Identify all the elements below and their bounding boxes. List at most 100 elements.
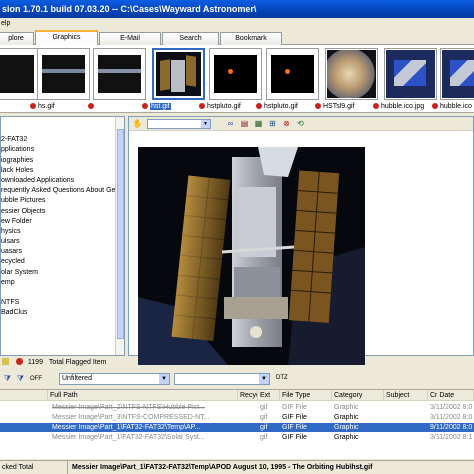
thumbnail[interactable] xyxy=(266,48,319,100)
dtz-label[interactable]: DTZ xyxy=(276,375,288,381)
column-header-ext[interactable]: Ext xyxy=(258,390,280,401)
hand-icon[interactable]: ✋ xyxy=(132,119,143,129)
column-header-subject[interactable]: Subject xyxy=(384,390,428,401)
cell-path: Messier Image\Part_2\NTFS-NTFS\Hubble Pi… xyxy=(52,404,205,411)
table-row-selected[interactable]: Messier Image\Part_1\FAT32-FAT32\Temp\AP… xyxy=(0,423,474,432)
tree-item[interactable]: ownloaded Applications xyxy=(1,176,119,186)
thumbnail[interactable] xyxy=(325,48,378,100)
table-row[interactable]: Messier Image\Part_3\NTFS-COMPRESSED-NT.… xyxy=(0,413,474,422)
tree-item[interactable]: ecycled xyxy=(1,257,119,267)
tree-item[interactable]: ulsars xyxy=(1,237,119,247)
tree-item[interactable]: emp xyxy=(1,278,119,288)
cell-type: GIF File xyxy=(282,434,307,441)
chevron-down-icon: ▼ xyxy=(201,120,210,128)
gallery-icon[interactable]: ▦ xyxy=(253,119,264,129)
cell-type: GIF File xyxy=(282,404,307,411)
tab-bookmark[interactable]: Bookmark xyxy=(220,32,282,45)
cell-ext: gif xyxy=(260,414,268,421)
folder-tree: 2-FAT32 pplications iographies lack Hole… xyxy=(0,116,125,356)
column-header-recycle[interactable]: Recycle Bi... xyxy=(238,390,258,401)
column-header-flag[interactable] xyxy=(0,390,48,401)
tab-explore[interactable]: plore xyxy=(0,32,34,45)
thumbnail[interactable] xyxy=(0,48,39,100)
flag-icon[interactable] xyxy=(199,103,205,109)
stop-icon[interactable]: ⊗ xyxy=(281,119,292,129)
flag-icon[interactable] xyxy=(30,103,36,109)
file-list: Full Path Recycle Bi... Ext File Type Ca… xyxy=(0,389,474,459)
column-header-path[interactable]: Full Path xyxy=(48,390,238,401)
tree-item[interactable]: iographies xyxy=(1,156,119,166)
thumbnail-name: hubble.ico.jpg xyxy=(381,103,425,110)
tab-label: plore xyxy=(8,35,24,42)
tab-graphics[interactable]: Graphics xyxy=(35,30,98,45)
tree-item[interactable]: BadClus xyxy=(1,308,119,318)
status-total: cked Total xyxy=(0,461,68,474)
filter-select[interactable]: Unfiltered ▼ xyxy=(59,373,170,385)
thumbnail[interactable] xyxy=(440,48,474,100)
tree-item[interactable]: requently Asked Questions About Gen xyxy=(1,186,119,196)
tree-item[interactable]: ew Folder xyxy=(1,217,119,227)
tree-item[interactable] xyxy=(1,288,119,298)
tree-item[interactable]: hysics xyxy=(1,227,119,237)
column-header-crdate[interactable]: Cr Date xyxy=(428,390,474,401)
binoculars-icon[interactable]: ∞ xyxy=(225,119,236,129)
zoom-select[interactable]: ▼ xyxy=(147,119,211,129)
thumbnail-selected[interactable] xyxy=(152,48,205,100)
tree-item[interactable]: olar System xyxy=(1,268,119,278)
filter-bar: ⧩ ⧩ OFF Unfiltered ▼ ▼ DTZ xyxy=(0,371,474,387)
flag-icon[interactable] xyxy=(142,103,148,109)
table-row[interactable]: Messier Image\Part_1\FAT32-FAT32\Solar S… xyxy=(0,433,474,442)
menu-item-help[interactable]: elp xyxy=(0,20,10,27)
thumbnail[interactable] xyxy=(209,48,262,100)
tab-email[interactable]: E-Mail xyxy=(99,32,161,45)
cell-category: Graphic xyxy=(334,424,359,431)
tree-item[interactable]: lack Holes xyxy=(1,166,119,176)
zoom-icon[interactable]: ⊞ xyxy=(267,119,278,129)
tree-item[interactable]: uasars xyxy=(1,247,119,257)
column-header-filetype[interactable]: File Type xyxy=(280,390,332,401)
flag-icon[interactable] xyxy=(88,103,94,109)
cell-ext: gif xyxy=(260,434,268,441)
cell-path: Messier Image\Part_3\NTFS-COMPRESSED-NT.… xyxy=(52,414,210,421)
tree-item[interactable]: pplications xyxy=(1,145,119,155)
flag-icon xyxy=(15,358,23,365)
cell-category: Graphic xyxy=(334,434,359,441)
thumbnail[interactable] xyxy=(93,48,146,100)
hubble-photo xyxy=(138,147,365,365)
thumbnail-label: HSTsl9.gif xyxy=(315,102,368,111)
tree-scrollbar[interactable] xyxy=(115,117,124,355)
flag-icon[interactable] xyxy=(256,103,262,109)
tree-item[interactable]: essier Objects xyxy=(1,207,119,217)
table-row[interactable]: Messier Image\Part_2\NTFS-NTFS\Hubble Pi… xyxy=(0,403,474,412)
tree-item[interactable]: ubble Pictures xyxy=(1,196,119,206)
flag-icon[interactable] xyxy=(432,103,438,109)
flag-icon[interactable] xyxy=(373,103,379,109)
flagged-count: 1199 xyxy=(27,359,43,366)
cell-date: 3/11/2002 8:1 xyxy=(430,434,473,441)
column-select[interactable]: ▼ xyxy=(174,373,270,385)
cell-category: Graphic xyxy=(334,404,359,411)
tree-item[interactable]: 2-FAT32 xyxy=(1,135,119,145)
flagged-label: Total Flagged Item xyxy=(48,359,107,366)
column-header-category[interactable]: Category xyxy=(332,390,384,401)
tree-item[interactable]: NTFS xyxy=(1,298,119,308)
funnel-icon[interactable]: ⧩ xyxy=(2,374,13,384)
thumbnail-name: HSTsl9.gif xyxy=(323,103,355,110)
thumbnail-label: hst.gif xyxy=(142,102,195,111)
report-icon[interactable]: ▤ xyxy=(239,119,250,129)
cell-category: Graphic xyxy=(334,414,359,421)
tree-item[interactable] xyxy=(1,125,119,135)
scrollbar-thumb[interactable] xyxy=(117,129,124,339)
list-header: Full Path Recycle Bi... Ext File Type Ca… xyxy=(0,390,474,401)
thumbnail[interactable] xyxy=(384,48,437,100)
menu-bar: elp xyxy=(0,18,474,30)
status-path: Messier Image\Part_1\FAT32-FAT32\Temp\AP… xyxy=(72,464,373,471)
tab-search[interactable]: Search xyxy=(162,32,219,45)
filter-off-icon[interactable]: OFF xyxy=(30,374,42,384)
flag-icon[interactable] xyxy=(315,103,321,109)
thumbnail[interactable] xyxy=(37,48,90,100)
funnel-icon[interactable]: ⧩ xyxy=(15,374,26,384)
tab-label: Search xyxy=(179,35,202,42)
refresh-icon[interactable]: ⟲ xyxy=(295,119,306,129)
checkbox-icon[interactable] xyxy=(2,358,9,365)
